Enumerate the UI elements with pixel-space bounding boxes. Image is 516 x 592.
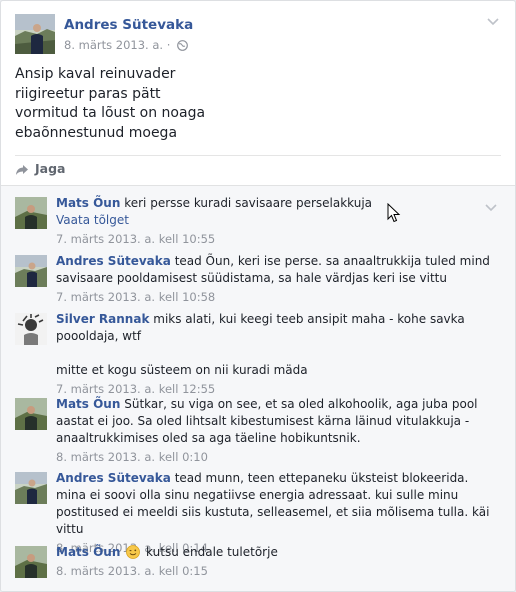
comment-item: Mats Õun keri persse kuradi savisaare pe… xyxy=(15,195,501,247)
commenter-name[interactable]: Andres Sütevaka xyxy=(56,471,171,485)
mouse-pointer-icon xyxy=(387,202,401,223)
comments-section: Mats Õun keri persse kuradi savisaare pe… xyxy=(1,185,515,591)
post-meta: 8. märts 2013. a. · xyxy=(64,38,188,52)
comment-body: Mats Õun Sütkar, su viga on see, et sa o… xyxy=(56,396,496,466)
comment-item: Mats Õun Sütkar, su viga on see, et sa o… xyxy=(15,396,501,464)
commenter-name[interactable]: Silver Rannak xyxy=(56,312,149,326)
comment-text: keri persse kuradi savisaare perselakkuj… xyxy=(124,196,373,210)
commenter-avatar[interactable] xyxy=(15,313,47,345)
comment-timestamp[interactable]: 7. märts 2013. a. kell 10:58 xyxy=(56,289,496,306)
comment-item: Silver Rannak miks alati, kui keegi teeb… xyxy=(15,311,501,396)
post-line: vormitud ta lõust on noaga xyxy=(15,105,206,121)
share-arrow-icon xyxy=(16,165,28,175)
commenter-avatar[interactable] xyxy=(15,472,47,504)
meta-separator: · xyxy=(166,38,171,52)
post-author-name[interactable]: Andres Sütevaka xyxy=(64,17,193,33)
post-header: Andres Sütevaka 8. märts 2013. a. · xyxy=(15,14,505,58)
commenter-avatar[interactable] xyxy=(15,546,47,578)
post-date[interactable]: 8. märts 2013. a. xyxy=(64,38,163,52)
chevron-down-icon[interactable] xyxy=(485,14,501,30)
comment-timestamp[interactable]: 8. märts 2013. a. kell 0:10 xyxy=(56,449,496,466)
commenter-avatar[interactable] xyxy=(15,255,47,287)
comment-timestamp[interactable]: 8. märts 2013. a. kell 0:15 xyxy=(56,563,496,580)
wink-emoji-icon xyxy=(126,545,141,559)
comment-text: kutsu endale tuletõrje xyxy=(146,545,278,559)
share-button[interactable]: Jaga xyxy=(15,161,65,183)
comment-body: Silver Rannak miks alati, kui keegi teeb… xyxy=(56,311,496,398)
see-translation-link[interactable]: Vaata tõlget xyxy=(56,212,496,229)
divider xyxy=(15,155,501,156)
author-avatar[interactable] xyxy=(15,14,55,54)
comment-text-second-paragraph: mitte et kogu süsteem on nii kuradi mäda xyxy=(56,363,308,377)
comment-body: Mats Õun kutsu endale tuletõrje 8. märts… xyxy=(56,544,496,580)
commenter-name[interactable]: Mats Õun xyxy=(56,545,120,559)
comment-item: Andres Sütevaka tead Õun, keri ise perse… xyxy=(15,253,501,305)
facebook-post-card: Andres Sütevaka 8. märts 2013. a. · Ansi… xyxy=(0,0,516,592)
globe-icon[interactable] xyxy=(177,40,188,51)
commenter-name[interactable]: Andres Sütevaka xyxy=(56,254,171,268)
commenter-name[interactable]: Mats Õun xyxy=(56,196,120,210)
commenter-avatar[interactable] xyxy=(15,197,47,229)
post-line: riigireetur paras pätt xyxy=(15,85,161,102)
post-line: ebaõnnestunud moega xyxy=(15,124,178,141)
comment-item: Andres Sütevaka tead munn, teen ettepane… xyxy=(15,470,501,555)
post-message: Ansip kaval reinuvader riigireetur paras… xyxy=(15,65,495,143)
commenter-name[interactable]: Mats Õun xyxy=(56,397,120,411)
share-label: Jaga xyxy=(35,161,66,176)
post-line: Ansip kaval reinuvader xyxy=(15,66,176,82)
comment-text: Sütkar, su viga on see, et sa oled alkoh… xyxy=(56,397,478,445)
comment-timestamp[interactable]: 7. märts 2013. a. kell 10:55 xyxy=(56,231,496,248)
comment-item: Mats Õun kutsu endale tuletõrje 8. märts… xyxy=(15,544,501,584)
commenter-avatar[interactable] xyxy=(15,398,47,430)
comment-body: Mats Õun keri persse kuradi savisaare pe… xyxy=(56,195,496,248)
comment-body: Andres Sütevaka tead Õun, keri ise perse… xyxy=(56,253,496,306)
